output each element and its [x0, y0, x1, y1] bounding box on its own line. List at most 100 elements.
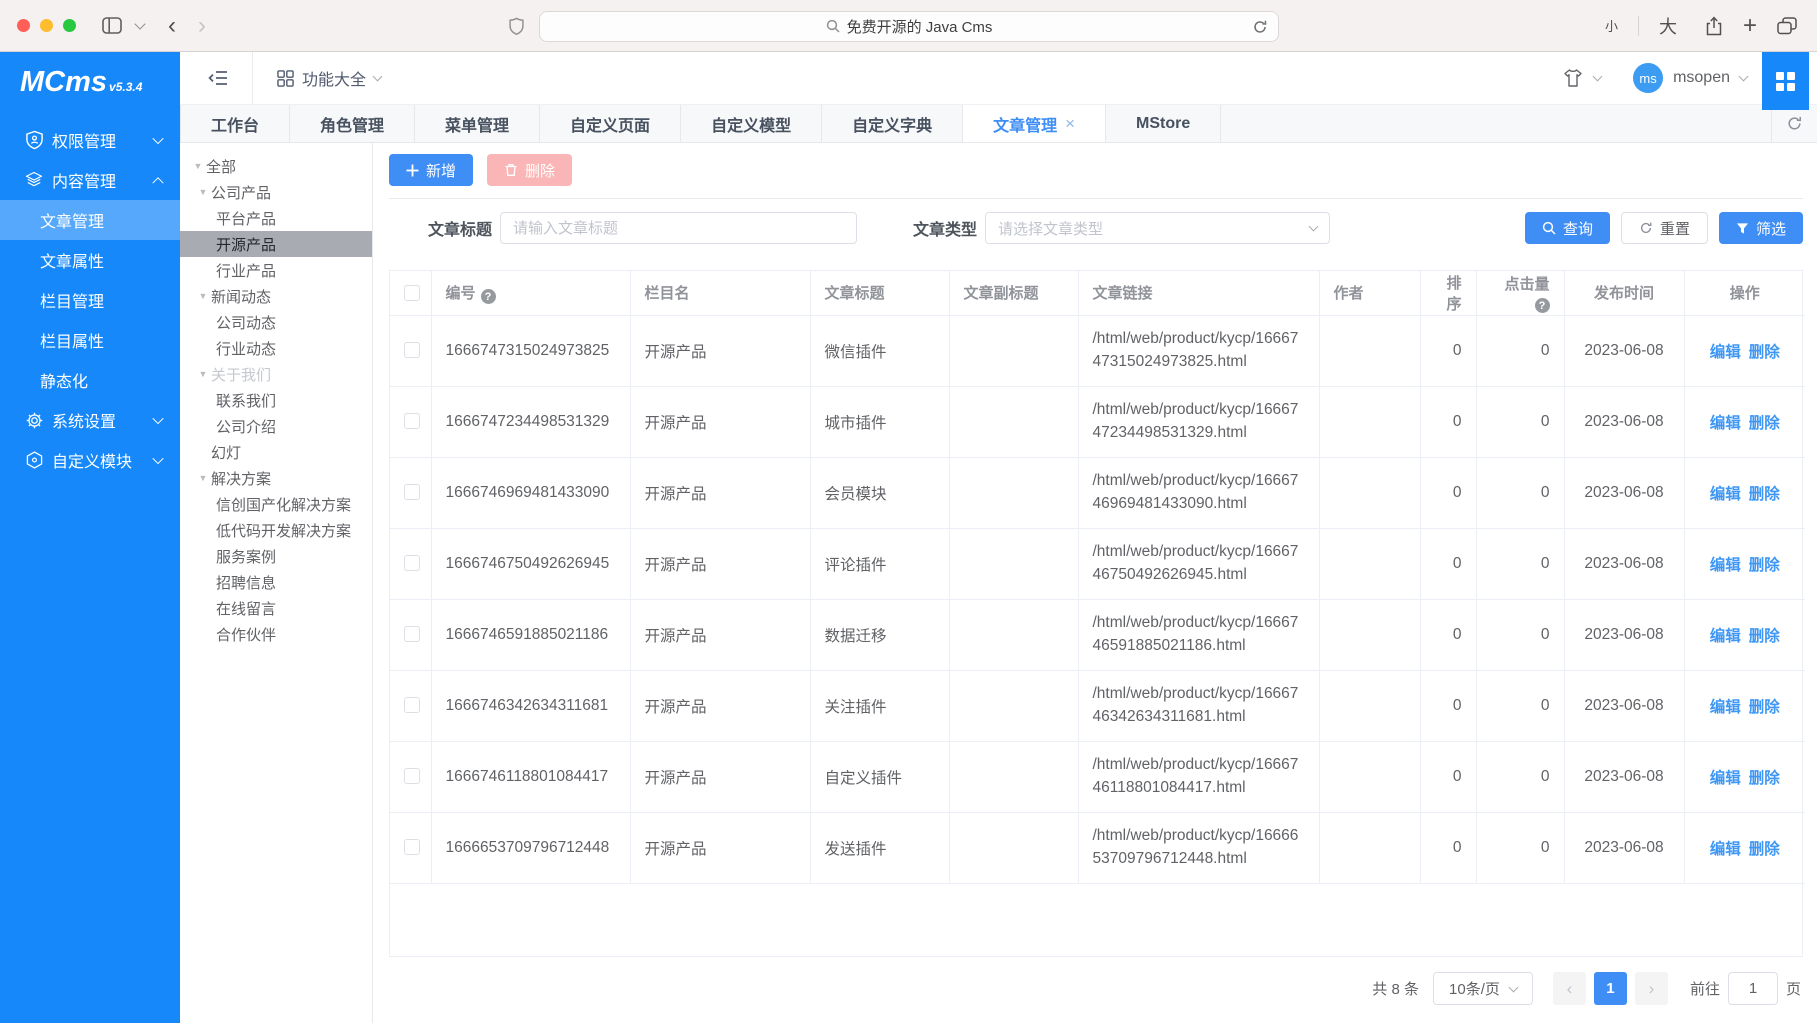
edit-link[interactable]: 编辑 — [1710, 344, 1741, 361]
tab-自定义模型[interactable]: 自定义模型 — [681, 105, 822, 142]
address-bar[interactable]: 免费开源的 Java Cms — [539, 11, 1279, 42]
prev-page-button[interactable]: ‹ — [1553, 972, 1586, 1005]
page-size-select[interactable]: 10条/页 — [1433, 972, 1533, 1005]
reset-button[interactable]: 重置 — [1621, 212, 1708, 244]
privacy-shield-icon[interactable] — [508, 17, 525, 36]
app-logo[interactable]: MCms v5.3.4 — [0, 52, 180, 104]
avatar[interactable]: ms — [1633, 63, 1663, 93]
tree-expand-icon[interactable]: ▼ — [195, 473, 211, 483]
tab-自定义字典[interactable]: 自定义字典 — [822, 105, 963, 142]
user-chevron-icon[interactable] — [1739, 72, 1749, 82]
sidebar-item-系统设置[interactable]: 系统设置 — [0, 400, 180, 440]
tree-node-幻灯[interactable]: ▼幻灯 — [180, 439, 372, 465]
tree-node-在线留言[interactable]: ▼在线留言 — [180, 595, 372, 621]
search-button[interactable]: 查询 — [1525, 212, 1610, 244]
tree-node-新闻动态[interactable]: ▼新闻动态 — [180, 283, 372, 309]
tree-expand-icon[interactable]: ▼ — [195, 369, 211, 379]
tab-角色管理[interactable]: 角色管理 — [290, 105, 415, 142]
tab-MStore[interactable]: MStore — [1106, 105, 1221, 142]
page-number-1[interactable]: 1 — [1594, 972, 1627, 1005]
tree-node-服务案例[interactable]: ▼服务案例 — [180, 543, 372, 569]
browser-sidebar-icon[interactable] — [102, 17, 122, 34]
tree-node-低代码开发解决方案[interactable]: ▼低代码开发解决方案 — [180, 517, 372, 543]
edit-link[interactable]: 编辑 — [1710, 557, 1741, 574]
delete-link[interactable]: 删除 — [1749, 628, 1780, 645]
close-tab-icon[interactable]: × — [1065, 115, 1075, 132]
share-icon[interactable] — [1705, 16, 1723, 36]
title-filter-input[interactable] — [500, 212, 857, 244]
feature-menu[interactable]: 功能大全 — [277, 66, 381, 90]
tree-node-行业动态[interactable]: ▼行业动态 — [180, 335, 372, 361]
tree-node-信创国产化解决方案[interactable]: ▼信创国产化解决方案 — [180, 491, 372, 517]
edit-link[interactable]: 编辑 — [1710, 699, 1741, 716]
tree-node-关于我们[interactable]: ▼关于我们 — [180, 361, 372, 387]
tree-node-公司产品[interactable]: ▼公司产品 — [180, 179, 372, 205]
sidebar-item-静态化[interactable]: 静态化 — [0, 360, 180, 400]
delete-link[interactable]: 删除 — [1749, 699, 1780, 716]
text-larger-button[interactable]: 大 — [1659, 13, 1677, 39]
delete-link[interactable]: 删除 — [1749, 770, 1780, 787]
refresh-tab-button[interactable] — [1771, 105, 1817, 142]
tree-node-平台产品[interactable]: ▼平台产品 — [180, 205, 372, 231]
sidebar-item-栏目属性[interactable]: 栏目属性 — [0, 320, 180, 360]
sidebar-item-自定义模块[interactable]: 自定义模块 — [0, 440, 180, 480]
theme-icon[interactable] — [1562, 68, 1584, 88]
select-all-checkbox[interactable] — [404, 285, 420, 301]
goto-page-input[interactable] — [1728, 972, 1778, 1005]
row-checkbox[interactable] — [404, 839, 420, 855]
tree-node-全部[interactable]: ▼全部 — [180, 153, 372, 179]
delete-link[interactable]: 删除 — [1749, 344, 1780, 361]
edit-link[interactable]: 编辑 — [1710, 770, 1741, 787]
edit-link[interactable]: 编辑 — [1710, 628, 1741, 645]
username[interactable]: msopen — [1673, 69, 1730, 87]
row-checkbox[interactable] — [404, 413, 420, 429]
tree-node-公司介绍[interactable]: ▼公司介绍 — [180, 413, 372, 439]
help-icon[interactable]: ? — [481, 289, 496, 304]
apps-grid-button[interactable] — [1762, 52, 1809, 110]
back-button[interactable]: ‹ — [168, 14, 176, 38]
tab-文章管理[interactable]: 文章管理× — [963, 105, 1106, 142]
row-checkbox[interactable] — [404, 697, 420, 713]
sidebar-item-权限管理[interactable]: 权限管理 — [0, 120, 180, 160]
row-checkbox[interactable] — [404, 484, 420, 500]
sidebar-item-内容管理[interactable]: 内容管理 — [0, 160, 180, 200]
tree-node-开源产品[interactable]: ▼开源产品 — [180, 231, 372, 257]
delete-button[interactable]: 删除 — [487, 154, 572, 186]
edit-link[interactable]: 编辑 — [1710, 486, 1741, 503]
row-checkbox[interactable] — [404, 626, 420, 642]
sidebar-item-文章管理[interactable]: 文章管理 — [0, 200, 180, 240]
tree-node-合作伙伴[interactable]: ▼合作伙伴 — [180, 621, 372, 647]
delete-link[interactable]: 删除 — [1749, 415, 1780, 432]
tree-node-解决方案[interactable]: ▼解决方案 — [180, 465, 372, 491]
collapse-sidebar-button[interactable] — [180, 52, 253, 104]
sidebar-item-文章属性[interactable]: 文章属性 — [0, 240, 180, 280]
fullscreen-window-button[interactable] — [63, 19, 76, 32]
theme-chevron-icon[interactable] — [1593, 72, 1603, 82]
tree-node-公司动态[interactable]: ▼公司动态 — [180, 309, 372, 335]
tab-工作台[interactable]: 工作台 — [180, 105, 290, 142]
tree-expand-icon[interactable]: ▼ — [190, 161, 206, 171]
sidebar-item-栏目管理[interactable]: 栏目管理 — [0, 280, 180, 320]
help-icon[interactable]: ? — [1535, 298, 1550, 313]
tab-菜单管理[interactable]: 菜单管理 — [415, 105, 540, 142]
next-page-button[interactable]: › — [1635, 972, 1668, 1005]
reload-icon[interactable] — [1252, 19, 1268, 35]
close-window-button[interactable] — [17, 19, 30, 32]
tab-overview-icon[interactable] — [1777, 17, 1797, 35]
new-tab-button[interactable]: + — [1743, 14, 1757, 38]
type-filter-select[interactable]: 请选择文章类型 — [985, 212, 1330, 244]
tree-expand-icon[interactable]: ▼ — [195, 187, 211, 197]
tab-自定义页面[interactable]: 自定义页面 — [540, 105, 681, 142]
filter-button[interactable]: 筛选 — [1719, 212, 1803, 244]
delete-link[interactable]: 删除 — [1749, 486, 1780, 503]
minimize-window-button[interactable] — [40, 19, 53, 32]
edit-link[interactable]: 编辑 — [1710, 415, 1741, 432]
row-checkbox[interactable] — [404, 342, 420, 358]
tree-expand-icon[interactable]: ▼ — [195, 291, 211, 301]
tree-node-联系我们[interactable]: ▼联系我们 — [180, 387, 372, 413]
row-checkbox[interactable] — [404, 555, 420, 571]
tree-node-招聘信息[interactable]: ▼招聘信息 — [180, 569, 372, 595]
tree-node-行业产品[interactable]: ▼行业产品 — [180, 257, 372, 283]
text-smaller-button[interactable]: 小 — [1605, 16, 1618, 35]
row-checkbox[interactable] — [404, 768, 420, 784]
